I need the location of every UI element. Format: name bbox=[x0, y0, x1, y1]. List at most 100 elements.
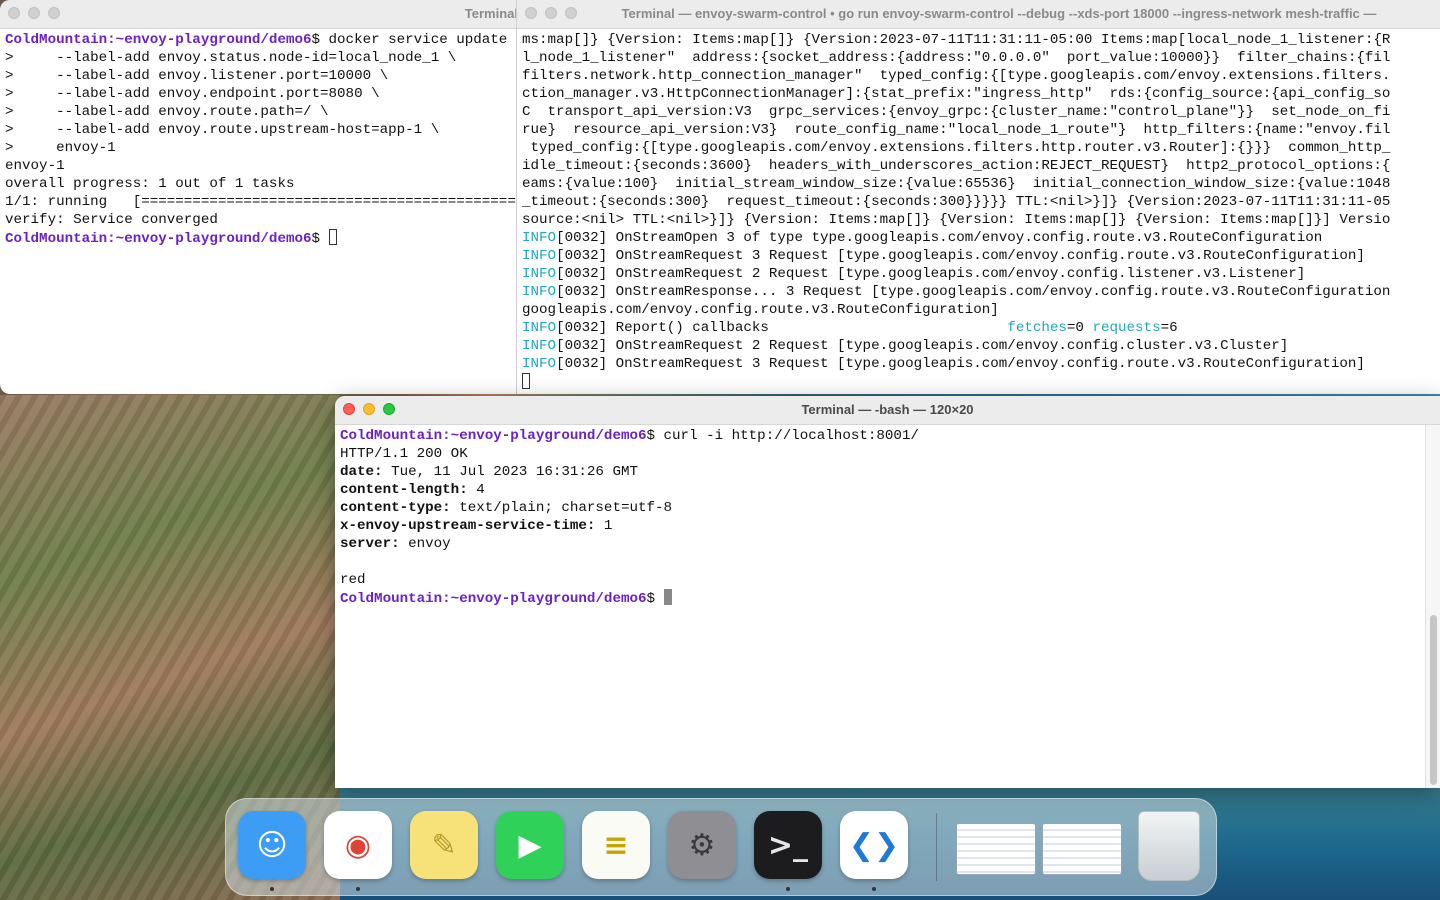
shell-prompt: ColdMountain:~envoy-playground/demo6 bbox=[5, 231, 312, 247]
http-header-name: content-length: bbox=[340, 482, 468, 498]
terminal-text: [0032] OnStreamOpen 3 of type type.googl… bbox=[556, 230, 1323, 246]
terminal-text: C transport_api_version:V3 grpc_services… bbox=[522, 104, 1391, 120]
terminal-text: $ bbox=[646, 591, 664, 607]
window-title: Terminal — -bash — 120×20 bbox=[801, 402, 974, 417]
terminal-line: > --label-add envoy.status.node-id=local… bbox=[5, 49, 520, 67]
facetime-icon[interactable]: ▶ bbox=[496, 811, 564, 879]
terminal-line: C transport_api_version:V3 grpc_services… bbox=[522, 103, 1440, 121]
terminal-text: [0032] OnStreamRequest 2 Request [type.g… bbox=[556, 338, 1289, 354]
terminal-text: =0 bbox=[1066, 320, 1093, 336]
terminal-text: 4 bbox=[467, 482, 485, 498]
minimized-chrome-window-icon[interactable] bbox=[956, 823, 1036, 875]
terminal-line: > --label-add envoy.route.path=/ \ bbox=[5, 103, 520, 121]
terminal-line: HTTP/1.1 200 OK bbox=[340, 445, 1440, 463]
terminal-text: verify: Service converged bbox=[5, 212, 218, 228]
scrollbar-thumb[interactable] bbox=[1430, 615, 1437, 785]
terminal-line: typed_config:{[type.googleapis.com/envoy… bbox=[522, 139, 1440, 157]
terminal-text: l_node_1_listener" address:{socket_addre… bbox=[522, 50, 1391, 66]
terminal-line: _timeout:{seconds:300} request_timeout:{… bbox=[522, 193, 1440, 211]
terminal-text: [0032] OnStreamRequest 3 Request [type.g… bbox=[556, 248, 1365, 264]
http-header-name: date: bbox=[340, 464, 383, 480]
scrollbar[interactable] bbox=[1425, 425, 1440, 788]
log-level: INFO bbox=[522, 338, 557, 354]
text-cursor bbox=[522, 373, 530, 389]
terminal-text: eams:{value:100} initial_stream_window_s… bbox=[522, 176, 1391, 192]
terminal-text: > --label-add envoy.route.upstream-host=… bbox=[5, 122, 440, 138]
dock-separator bbox=[936, 813, 937, 881]
terminal-text: overall progress: 1 out of 1 tasks bbox=[5, 176, 295, 192]
minimize-button[interactable] bbox=[28, 7, 40, 19]
terminal-text: [0032] OnStreamRequest 3 Request [type.g… bbox=[556, 356, 1365, 372]
log-level: INFO bbox=[522, 248, 557, 264]
window-title: Terminal — envoy-swarm-control • go run … bbox=[621, 6, 1377, 21]
terminal-text: > --label-add envoy.endpoint.port=8080 \ bbox=[5, 86, 380, 102]
terminal-line: content-type: text/plain; charset=utf-8 bbox=[340, 499, 1440, 517]
terminal-text: rue} resource_api_version:V3} route_conf… bbox=[522, 122, 1391, 138]
shell-prompt: ColdMountain:~envoy-playground/demo6 bbox=[340, 428, 647, 444]
terminal-line: ColdMountain:~envoy-playground/demo6$ do… bbox=[5, 31, 520, 49]
terminal-text: $ bbox=[311, 231, 329, 247]
close-button[interactable] bbox=[525, 7, 537, 19]
terminal-output[interactable]: ms:map[]} {Version: Items:map[]} {Versio… bbox=[517, 29, 1440, 391]
minimize-button[interactable] bbox=[545, 7, 557, 19]
titlebar[interactable]: Terminal bbox=[0, 0, 520, 29]
terminal-window-docker[interactable]: Terminal ColdMountain:~envoy-playground/… bbox=[0, 0, 520, 394]
running-indicator bbox=[786, 887, 790, 891]
terminal-text: 1/1: running [==========================… bbox=[5, 194, 520, 210]
text-cursor bbox=[328, 229, 337, 245]
log-level: INFO bbox=[522, 266, 557, 282]
terminal-line: filters.network.http_connection_manager"… bbox=[522, 67, 1440, 85]
vscode-icon[interactable]: ❮❯ bbox=[840, 811, 908, 879]
running-indicator bbox=[356, 887, 360, 891]
running-indicator bbox=[270, 887, 274, 891]
terminal-line: server: envoy bbox=[340, 535, 1440, 553]
http-header-name: content-type: bbox=[340, 500, 451, 516]
trash-icon[interactable] bbox=[1138, 811, 1200, 881]
terminal-text: idle_timeout:{seconds:3600} headers_with… bbox=[522, 158, 1391, 174]
terminal-text: > --label-add envoy.route.path=/ \ bbox=[5, 104, 329, 120]
finder-icon[interactable]: ☺ bbox=[238, 811, 306, 879]
shell-prompt: ColdMountain:~envoy-playground/demo6 bbox=[5, 32, 312, 48]
terminal-line: red bbox=[340, 571, 1440, 589]
terminal-text: [0032] OnStreamResponse... 3 Request [ty… bbox=[556, 284, 1391, 300]
terminal-line: googleapis.com/envoy.config.route.v3.Rou… bbox=[522, 301, 1440, 319]
log-level: fetches bbox=[1007, 320, 1067, 336]
terminal-line: INFO[0032] OnStreamResponse... 3 Request… bbox=[522, 283, 1440, 301]
terminal-line bbox=[522, 373, 1440, 391]
stickies-icon[interactable]: ✎ bbox=[410, 811, 478, 879]
terminal-text: 1 bbox=[595, 518, 613, 534]
terminal-line: ction_manager.v3.HttpConnectionManager]:… bbox=[522, 85, 1440, 103]
terminal-line: ColdMountain:~envoy-playground/demo6$ bbox=[5, 229, 520, 247]
running-indicator bbox=[872, 887, 876, 891]
terminal-text: > --label-add envoy.status.node-id=local… bbox=[5, 50, 457, 66]
terminal-text: > envoy-1 bbox=[5, 140, 116, 156]
titlebar[interactable]: Terminal — -bash — 120×20 bbox=[335, 396, 1440, 425]
close-button[interactable] bbox=[8, 7, 20, 19]
terminal-output[interactable]: ColdMountain:~envoy-playground/demo6$ do… bbox=[0, 29, 520, 247]
terminal-window-envoy-control[interactable]: Terminal — envoy-swarm-control • go run … bbox=[516, 0, 1440, 394]
notes-icon[interactable]: ≡ bbox=[582, 811, 650, 879]
terminal-line: idle_timeout:{seconds:3600} headers_with… bbox=[522, 157, 1440, 175]
terminal-line: eams:{value:100} initial_stream_window_s… bbox=[522, 175, 1440, 193]
titlebar[interactable]: Terminal — envoy-swarm-control • go run … bbox=[517, 0, 1440, 29]
terminal-window-bash[interactable]: Terminal — -bash — 120×20 ColdMountain:~… bbox=[335, 396, 1440, 788]
terminal-line: INFO[0032] OnStreamRequest 3 Request [ty… bbox=[522, 247, 1440, 265]
text-cursor bbox=[663, 589, 672, 605]
terminal-text: typed_config:{[type.googleapis.com/envoy… bbox=[522, 140, 1391, 156]
zoom-button[interactable] bbox=[48, 7, 60, 19]
terminal-text: red bbox=[340, 572, 366, 588]
terminal-line: INFO[0032] OnStreamOpen 3 of type type.g… bbox=[522, 229, 1440, 247]
chrome-icon[interactable]: ◉ bbox=[324, 811, 392, 879]
minimized-vscode-window-icon[interactable] bbox=[1042, 823, 1122, 875]
terminal-text: $ curl -i http://localhost:8001/ bbox=[646, 428, 919, 444]
terminal-line: x-envoy-upstream-service-time: 1 bbox=[340, 517, 1440, 535]
terminal-line: envoy-1 bbox=[5, 157, 520, 175]
system-settings-icon[interactable]: ⚙ bbox=[668, 811, 736, 879]
terminal-line: verify: Service converged bbox=[5, 211, 520, 229]
terminal-line: > --label-add envoy.listener.port=10000 … bbox=[5, 67, 520, 85]
terminal-text: text/plain; charset=utf-8 bbox=[450, 500, 673, 516]
terminal-line: > --label-add envoy.route.upstream-host=… bbox=[5, 121, 520, 139]
terminal-icon[interactable]: >_ bbox=[754, 811, 822, 879]
terminal-line: > envoy-1 bbox=[5, 139, 520, 157]
terminal-output[interactable]: ColdMountain:~envoy-playground/demo6$ cu… bbox=[335, 425, 1440, 607]
